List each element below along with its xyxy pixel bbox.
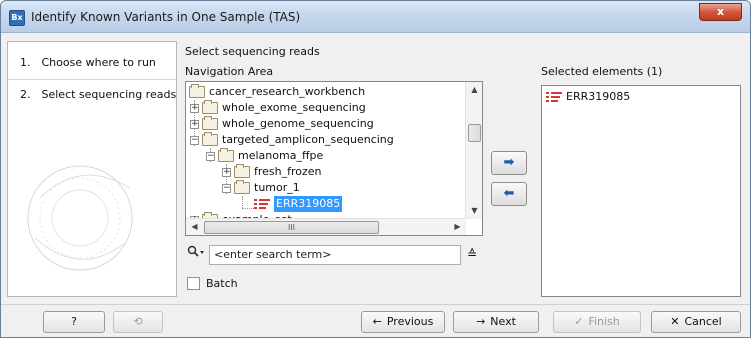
previous-button[interactable]: ← Previous bbox=[361, 311, 445, 333]
navigation-tree[interactable]: cancer_research_workbench + whole_exome_… bbox=[185, 81, 483, 236]
tree-guide-line bbox=[242, 196, 243, 208]
tree-item-err319085[interactable]: ERR319085 bbox=[254, 196, 343, 212]
tree-vertical-scrollbar[interactable]: ▲ ▼ bbox=[465, 82, 482, 219]
tree-guide-line bbox=[242, 208, 254, 209]
step-number: 2. bbox=[20, 88, 31, 101]
folder-open-icon bbox=[218, 148, 234, 162]
collapse-minus-icon[interactable]: − bbox=[222, 183, 231, 193]
folder-open-icon bbox=[189, 84, 205, 98]
cancel-x-icon: ✕ bbox=[670, 315, 680, 328]
tree-item-label: tumor_1 bbox=[254, 181, 300, 194]
scrollbar-thumb[interactable]: III bbox=[204, 221, 379, 234]
scroll-right-arrow-icon[interactable]: ▶ bbox=[449, 219, 466, 235]
step-label: Choose where to run bbox=[41, 56, 156, 69]
wizard-steps-panel: 1. Choose where to run 2. Select sequenc… bbox=[7, 41, 177, 297]
step-number: 1. bbox=[20, 56, 31, 69]
tree-item-label: melanoma_ffpe bbox=[238, 149, 324, 162]
window-title: Identify Known Variants in One Sample (T… bbox=[31, 10, 301, 24]
navigation-area-label: Navigation Area bbox=[185, 65, 274, 78]
close-button[interactable]: x bbox=[699, 3, 742, 21]
sequence-list-icon bbox=[254, 198, 270, 210]
tree-item-label: cancer_research_workbench bbox=[209, 85, 366, 98]
tree-item-tumor-1[interactable]: − tumor_1 bbox=[222, 180, 300, 196]
tree-item-whole-exome-sequencing[interactable]: + whole_exome_sequencing bbox=[190, 100, 366, 116]
title-bar[interactable]: Bx Identify Known Variants in One Sample… bbox=[1, 1, 750, 33]
tree-horizontal-scrollbar[interactable]: ◀ III ▶ bbox=[186, 218, 466, 235]
cancel-button[interactable]: ✕ Cancel bbox=[651, 311, 741, 333]
step-choose-where-to-run: 1. Choose where to run bbox=[8, 48, 176, 80]
tree-item-whole-genome-sequencing[interactable]: + whole_genome_sequencing bbox=[190, 116, 374, 132]
help-button[interactable]: ? bbox=[43, 311, 105, 333]
tree-item-melanoma-ffpe[interactable]: − melanoma_ffpe bbox=[206, 148, 323, 164]
scrollbar-thumb[interactable] bbox=[468, 124, 481, 142]
collapse-minus-icon[interactable]: − bbox=[190, 135, 199, 145]
folder-icon bbox=[202, 100, 218, 114]
previous-label: Previous bbox=[386, 315, 434, 328]
app-icon: Bx bbox=[9, 10, 25, 26]
dialog-window: Bx Identify Known Variants in One Sample… bbox=[0, 0, 751, 338]
batch-checkbox-row[interactable]: Batch bbox=[187, 277, 238, 290]
step-select-sequencing-reads: 2. Select sequencing reads bbox=[8, 80, 177, 112]
search-icon[interactable] bbox=[187, 245, 205, 262]
reset-button[interactable]: ⟲ bbox=[113, 311, 163, 333]
footer-divider bbox=[1, 304, 750, 305]
tree-item-label: whole_genome_sequencing bbox=[222, 117, 374, 130]
next-label: Next bbox=[490, 315, 516, 328]
list-item[interactable]: ERR319085 bbox=[546, 90, 630, 103]
content-title: Select sequencing reads bbox=[185, 45, 320, 58]
folder-icon bbox=[234, 164, 250, 178]
finish-label: Finish bbox=[588, 315, 620, 328]
step-label: Select sequencing reads bbox=[41, 88, 177, 101]
add-to-selected-button[interactable]: ➡ bbox=[491, 151, 527, 175]
expand-plus-icon[interactable]: + bbox=[190, 119, 199, 129]
cancel-label: Cancel bbox=[684, 315, 722, 328]
folder-icon bbox=[202, 116, 218, 130]
selected-elements-label: Selected elements (1) bbox=[541, 65, 663, 78]
finish-button[interactable]: ✓ Finish bbox=[553, 311, 641, 333]
batch-checkbox[interactable] bbox=[187, 277, 200, 290]
selected-elements-list[interactable]: ERR319085 bbox=[541, 85, 741, 297]
collapse-minus-icon[interactable]: − bbox=[206, 151, 215, 161]
next-button[interactable]: → Next bbox=[453, 311, 539, 333]
scroll-left-arrow-icon[interactable]: ◀ bbox=[186, 219, 203, 235]
tree-item-label: whole_exome_sequencing bbox=[222, 101, 366, 114]
clear-search-icon[interactable]: ≙ bbox=[467, 247, 477, 261]
expand-plus-icon[interactable]: + bbox=[190, 103, 199, 113]
tree-item-label: ERR319085 bbox=[274, 196, 343, 212]
batch-label: Batch bbox=[206, 277, 238, 290]
remove-from-selected-button[interactable]: ⬅ bbox=[491, 182, 527, 206]
checkmark-icon: ✓ bbox=[574, 315, 584, 328]
tree-item-cancer-research-workbench[interactable]: cancer_research_workbench bbox=[189, 84, 365, 100]
list-item-label: ERR319085 bbox=[566, 90, 631, 103]
scroll-down-arrow-icon[interactable]: ▼ bbox=[466, 203, 482, 219]
tree-item-fresh-frozen[interactable]: + fresh_frozen bbox=[222, 164, 322, 180]
sequence-list-icon bbox=[546, 91, 562, 103]
scroll-up-arrow-icon[interactable]: ▲ bbox=[466, 82, 482, 98]
arrow-left-icon: ← bbox=[372, 315, 382, 328]
tree-item-label: targeted_amplicon_sequencing bbox=[222, 133, 394, 146]
folder-open-icon bbox=[234, 180, 250, 194]
search-input[interactable]: <enter search term> bbox=[209, 245, 461, 265]
expand-plus-icon[interactable]: + bbox=[222, 167, 231, 177]
tree-item-label: fresh_frozen bbox=[254, 165, 322, 178]
folder-open-icon bbox=[202, 132, 218, 146]
tree-item-targeted-amplicon-sequencing[interactable]: − targeted_amplicon_sequencing bbox=[190, 132, 394, 148]
arrow-right-icon: → bbox=[476, 315, 486, 328]
watermark-logo bbox=[27, 165, 133, 271]
